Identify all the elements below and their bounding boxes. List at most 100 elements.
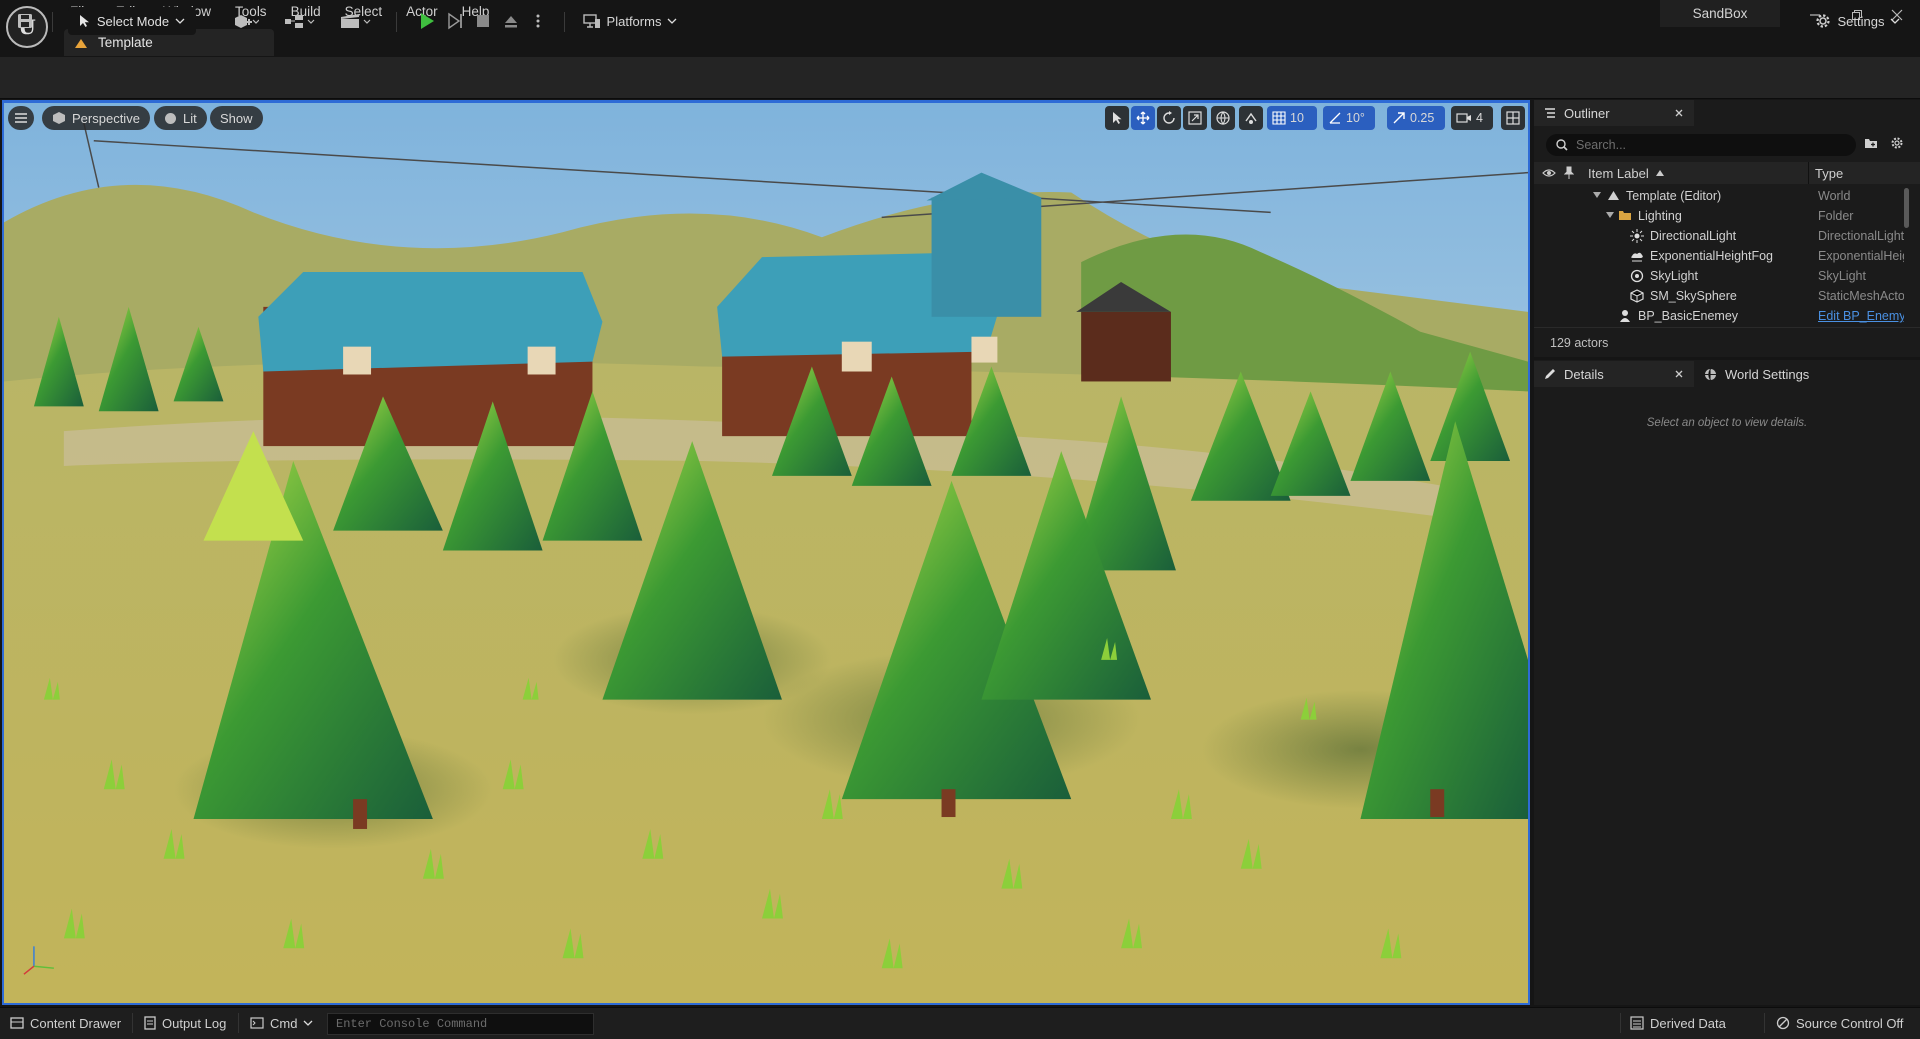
directional-light-icon xyxy=(1630,229,1644,243)
outliner-row[interactable]: BP_BasicEnemey Edit BP_Enemy xyxy=(1534,306,1904,326)
source-control-label: Source Control Off xyxy=(1796,1015,1904,1031)
stop-button[interactable] xyxy=(470,7,496,35)
play-options-button[interactable] xyxy=(528,7,548,35)
camera-icon xyxy=(1456,113,1471,123)
edit-blueprint-link[interactable]: Edit BP_Enemy xyxy=(1818,309,1904,323)
status-divider xyxy=(238,1013,239,1033)
close-details-button[interactable] xyxy=(1670,365,1688,383)
derived-data-icon xyxy=(1630,1016,1644,1030)
select-mode-dropdown[interactable]: Select Mode xyxy=(68,7,196,35)
eject-button[interactable] xyxy=(498,7,524,35)
outliner-row[interactable]: ExponentialHeightFog ExponentialHeightFo… xyxy=(1534,246,1904,266)
outliner-row[interactable]: Lighting Folder xyxy=(1534,206,1904,226)
platforms-dropdown[interactable]: Platforms xyxy=(580,7,680,35)
skip-frame-button[interactable] xyxy=(442,7,468,35)
select-tool-button[interactable] xyxy=(1105,106,1129,130)
fog-icon xyxy=(1631,252,1643,262)
viewport-layout-button[interactable] xyxy=(1501,106,1525,130)
outliner-scrollbar[interactable] xyxy=(1904,188,1909,228)
outliner-item-name: ExponentialHeightFog xyxy=(1650,249,1773,263)
tab-world-settings[interactable]: World Settings xyxy=(1694,361,1864,387)
toolbar-divider xyxy=(396,12,397,32)
cursor-icon xyxy=(79,15,89,27)
settings-label: Settings xyxy=(1837,13,1885,29)
outliner-row[interactable]: SkyLight SkyLight xyxy=(1534,266,1904,286)
outliner-settings-button[interactable] xyxy=(1890,136,1908,154)
log-icon xyxy=(144,1016,156,1030)
outliner-icon xyxy=(1545,108,1555,118)
close-icon xyxy=(1675,109,1683,117)
outliner-item-type: StaticMeshActor xyxy=(1818,289,1904,303)
platforms-icon xyxy=(582,14,600,28)
outliner-item-name: Lighting xyxy=(1638,209,1682,223)
world-local-toggle[interactable] xyxy=(1211,106,1235,130)
outliner-item-name: BP_BasicEnemey xyxy=(1638,309,1739,323)
derived-data-button[interactable]: Derived Data xyxy=(1622,1011,1734,1035)
chevron-down-icon xyxy=(303,1020,313,1026)
level-tab-label: Template xyxy=(98,35,153,50)
cmd-dropdown[interactable]: Cmd xyxy=(242,1011,321,1035)
outliner-row[interactable]: Template (Editor) World xyxy=(1534,186,1904,206)
rotate-icon xyxy=(1163,111,1175,124)
save-button[interactable] xyxy=(12,7,38,35)
play-button[interactable] xyxy=(414,7,440,35)
search-placeholder: Search... xyxy=(1576,138,1627,152)
lit-dropdown[interactable]: Lit xyxy=(154,106,207,130)
expand-arrow-icon[interactable] xyxy=(1593,192,1601,198)
camera-speed-value: 4 xyxy=(1476,111,1483,125)
level-icon xyxy=(75,38,87,48)
pin-icon[interactable] xyxy=(1564,166,1574,180)
outliner-item-type: World xyxy=(1818,189,1851,203)
rotate-tool-button[interactable] xyxy=(1157,106,1181,130)
folder-icon xyxy=(1619,211,1631,220)
outliner-search-input[interactable]: Search... xyxy=(1546,134,1856,156)
sky-light-icon xyxy=(1630,269,1644,283)
sort-ascending-icon xyxy=(1656,170,1664,176)
outliner-item-type: Folder xyxy=(1818,209,1854,223)
viewport-menu-button[interactable] xyxy=(8,106,34,130)
scale-snap-button[interactable]: 0.25 xyxy=(1387,106,1445,130)
blueprint-button[interactable] xyxy=(282,7,322,35)
terminal-icon xyxy=(250,1017,264,1029)
world-icon xyxy=(1608,191,1619,200)
status-divider xyxy=(132,1013,133,1033)
output-log-button[interactable]: Output Log xyxy=(136,1011,234,1035)
expand-arrow-icon[interactable] xyxy=(1606,212,1614,218)
scale-tool-button[interactable] xyxy=(1183,106,1207,130)
cinematics-button[interactable] xyxy=(338,7,378,35)
stop-icon xyxy=(477,15,489,27)
close-outliner-button[interactable] xyxy=(1670,104,1688,122)
camera-speed-button[interactable]: 4 xyxy=(1451,106,1493,130)
level-viewport[interactable] xyxy=(2,100,1530,1005)
console-command-input[interactable]: Enter Console Command xyxy=(327,1013,594,1035)
rotation-snap-value: 10° xyxy=(1346,111,1365,125)
add-folder-button[interactable] xyxy=(1864,136,1882,154)
type-column[interactable]: Type xyxy=(1815,166,1843,181)
content-drawer-icon xyxy=(10,1017,24,1029)
settings-dropdown[interactable]: Settings xyxy=(1810,7,1904,35)
content-drawer-button[interactable]: Content Drawer xyxy=(2,1011,129,1035)
pencil-icon xyxy=(1545,369,1555,379)
item-label-column[interactable]: Item Label xyxy=(1588,166,1649,181)
cursor-icon xyxy=(1113,112,1122,124)
eject-icon xyxy=(505,16,517,28)
source-control-button[interactable]: Source Control Off xyxy=(1768,1011,1911,1035)
add-actor-button[interactable] xyxy=(226,7,266,35)
perspective-dropdown[interactable]: Perspective xyxy=(42,106,150,130)
column-divider xyxy=(1808,162,1809,184)
outliner-item-type: DirectionalLight xyxy=(1818,229,1904,243)
save-icon xyxy=(18,14,32,28)
gear-icon xyxy=(1815,14,1830,28)
show-dropdown[interactable]: Show xyxy=(210,106,263,130)
outliner-row[interactable]: SM_SkySphere StaticMeshActor xyxy=(1534,286,1904,306)
details-panel xyxy=(1534,360,1920,1005)
eye-icon[interactable] xyxy=(1542,167,1556,179)
grid-snap-button[interactable]: 10 xyxy=(1267,106,1317,130)
rotation-snap-button[interactable]: 10° xyxy=(1323,106,1375,130)
surface-snap-button[interactable] xyxy=(1239,106,1263,130)
translate-tool-button[interactable] xyxy=(1131,106,1155,130)
lit-label: Lit xyxy=(183,110,197,126)
perspective-label: Perspective xyxy=(72,110,140,126)
step-forward-icon xyxy=(448,12,462,30)
outliner-row[interactable]: DirectionalLight DirectionalLight xyxy=(1534,226,1904,246)
